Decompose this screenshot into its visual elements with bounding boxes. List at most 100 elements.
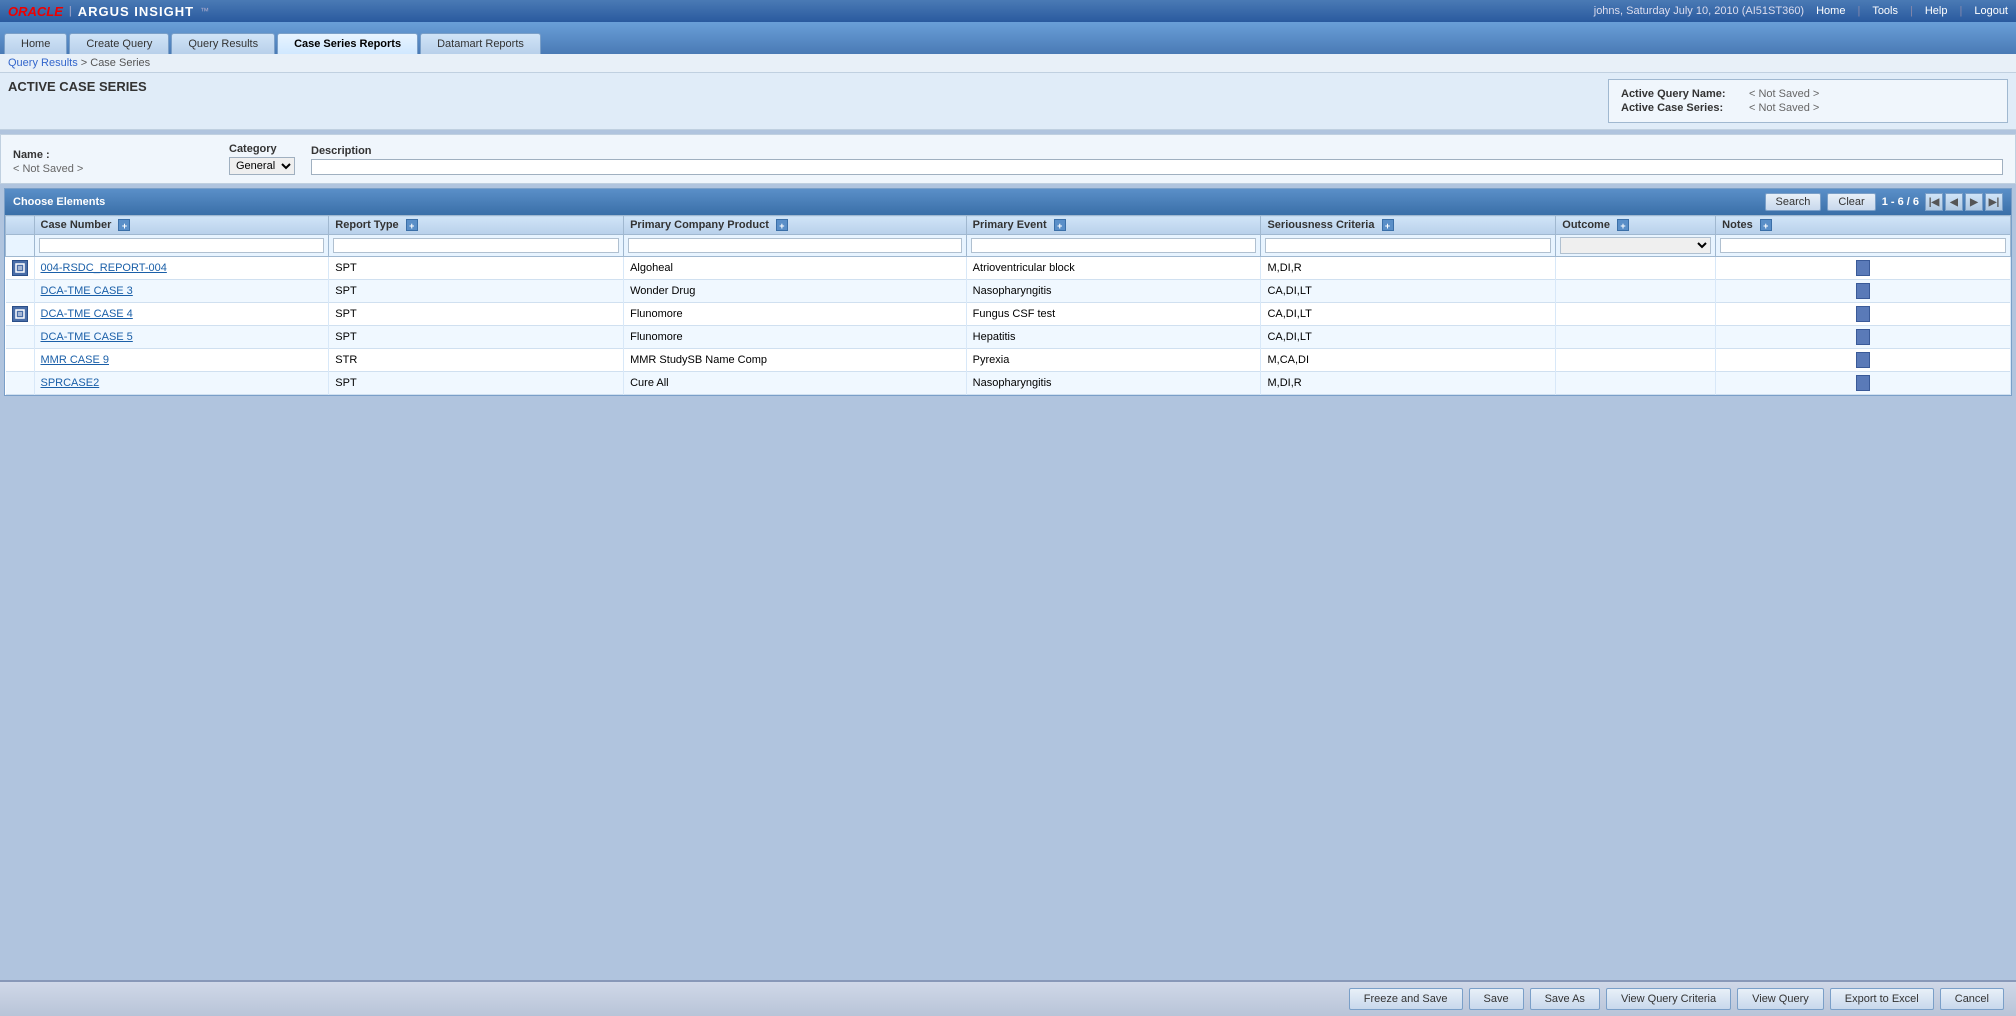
- freeze-and-save-button[interactable]: Freeze and Save: [1349, 988, 1463, 1010]
- table-row: DCA-TME CASE 3SPTWonder DrugNasopharyngi…: [6, 280, 2011, 303]
- col-header-outcome: Outcome +: [1556, 216, 1716, 235]
- cell-case-number: DCA-TME CASE 5: [34, 326, 329, 349]
- filter-case-number-input[interactable]: [39, 238, 325, 253]
- breadcrumb-query-results[interactable]: Query Results: [8, 57, 78, 69]
- filter-seriousness-criteria-input[interactable]: [1265, 238, 1551, 253]
- active-query-name-value: < Not Saved >: [1749, 88, 1819, 100]
- outcome-add-icon[interactable]: +: [1617, 219, 1629, 231]
- search-button[interactable]: Search: [1765, 193, 1822, 211]
- report-type-add-icon[interactable]: +: [406, 219, 418, 231]
- search-controls: Search Clear 1 - 6 / 6 |◀ ◀ ▶ ▶|: [1765, 193, 2003, 211]
- row-icon-cell: [6, 257, 35, 280]
- nav-tools-link[interactable]: Tools: [1872, 5, 1898, 17]
- results-tbody: 004-RSDC_REPORT-004SPTAlgohealAtrioventr…: [6, 257, 2011, 395]
- cell-notes: [1716, 326, 2011, 349]
- col-header-primary-company-product: Primary Company Product +: [624, 216, 967, 235]
- filter-primary-company-product: [624, 235, 967, 257]
- category-select[interactable]: General Private Public: [229, 157, 295, 175]
- cell-primary-company-product: MMR StudySB Name Comp: [624, 349, 967, 372]
- cell-primary-event: Nasopharyngitis: [966, 280, 1261, 303]
- notes-icon[interactable]: [1856, 375, 1870, 391]
- table-filter-row: [6, 235, 2011, 257]
- col-header-notes: Notes +: [1716, 216, 2011, 235]
- tab-query-results[interactable]: Query Results: [171, 33, 275, 54]
- first-page-button[interactable]: |◀: [1925, 193, 1943, 211]
- results-table: Case Number + Report Type + Primary Comp…: [5, 215, 2011, 395]
- cell-notes: [1716, 257, 2011, 280]
- nav-home-link[interactable]: Home: [1816, 5, 1845, 17]
- cell-report-type: SPT: [329, 280, 624, 303]
- col-header-primary-event: Primary Event +: [966, 216, 1261, 235]
- view-query-criteria-button[interactable]: View Query Criteria: [1606, 988, 1731, 1010]
- cell-primary-event: Hepatitis: [966, 326, 1261, 349]
- filter-primary-event: [966, 235, 1261, 257]
- pagination-buttons: |◀ ◀ ▶ ▶|: [1925, 193, 2003, 211]
- notes-icon[interactable]: [1856, 260, 1870, 276]
- notes-add-icon[interactable]: +: [1760, 219, 1772, 231]
- cell-primary-company-product: Flunomore: [624, 303, 967, 326]
- table-row: 004-RSDC_REPORT-004SPTAlgohealAtrioventr…: [6, 257, 2011, 280]
- description-field: Description: [311, 145, 2003, 175]
- nav-divider2: |: [1910, 5, 1913, 17]
- tab-case-series-reports[interactable]: Case Series Reports: [277, 33, 418, 54]
- cell-report-type: STR: [329, 349, 624, 372]
- filter-report-type-input[interactable]: [333, 238, 619, 253]
- cancel-button[interactable]: Cancel: [1940, 988, 2004, 1010]
- notes-icon[interactable]: [1856, 352, 1870, 368]
- case-number-link[interactable]: 004-RSDC_REPORT-004: [41, 262, 167, 274]
- clear-button[interactable]: Clear: [1827, 193, 1875, 211]
- case-number-link[interactable]: MMR CASE 9: [41, 354, 109, 366]
- cell-case-number: MMR CASE 9: [34, 349, 329, 372]
- breadcrumb-case-series: Case Series: [90, 57, 150, 69]
- table-row: SPRCASE2SPTCure AllNasopharyngitisM,DI,R: [6, 372, 2011, 395]
- filter-outcome-select[interactable]: [1560, 237, 1711, 254]
- case-number-link[interactable]: DCA-TME CASE 5: [41, 331, 133, 343]
- cell-case-number: DCA-TME CASE 3: [34, 280, 329, 303]
- cell-primary-event: Atrioventricular block: [966, 257, 1261, 280]
- notes-icon[interactable]: [1856, 283, 1870, 299]
- row-action-icon[interactable]: [12, 260, 28, 276]
- primary-event-add-icon[interactable]: +: [1054, 219, 1066, 231]
- col-header-seriousness-criteria: Seriousness Criteria +: [1261, 216, 1556, 235]
- export-to-excel-button[interactable]: Export to Excel: [1830, 988, 1934, 1010]
- nav-logout-link[interactable]: Logout: [1974, 5, 2008, 17]
- filter-primary-event-input[interactable]: [971, 238, 1257, 253]
- case-number-add-icon[interactable]: +: [118, 219, 130, 231]
- top-bar-right: johns, Saturday July 10, 2010 (AI51ST360…: [1594, 5, 2008, 17]
- filter-primary-company-product-input[interactable]: [628, 238, 962, 253]
- case-number-link[interactable]: DCA-TME CASE 3: [41, 285, 133, 297]
- row-icon-cell: [6, 303, 35, 326]
- view-query-button[interactable]: View Query: [1737, 988, 1824, 1010]
- tab-create-query[interactable]: Create Query: [69, 33, 169, 54]
- filter-notes-input[interactable]: [1720, 238, 2006, 253]
- primary-company-product-add-icon[interactable]: +: [776, 219, 788, 231]
- tab-datamart-reports[interactable]: Datamart Reports: [420, 33, 541, 54]
- last-page-button[interactable]: ▶|: [1985, 193, 2003, 211]
- case-number-link[interactable]: DCA-TME CASE 4: [41, 308, 133, 320]
- notes-icon[interactable]: [1856, 306, 1870, 322]
- cell-primary-event: Pyrexia: [966, 349, 1261, 372]
- prev-page-button[interactable]: ◀: [1945, 193, 1963, 211]
- save-as-button[interactable]: Save As: [1530, 988, 1600, 1010]
- seriousness-criteria-add-icon[interactable]: +: [1382, 219, 1394, 231]
- description-input[interactable]: [311, 159, 2003, 175]
- notes-icon[interactable]: [1856, 329, 1870, 345]
- nav-divider1: |: [1857, 5, 1860, 17]
- logo-area: ORACLE | ARGUS INSIGHT ™: [8, 4, 209, 19]
- save-button[interactable]: Save: [1469, 988, 1524, 1010]
- bottom-bar: Freeze and Save Save Save As View Query …: [0, 980, 2016, 1016]
- active-case-series-label: Active Case Series:: [1621, 102, 1741, 114]
- case-number-link[interactable]: SPRCASE2: [41, 377, 100, 389]
- tab-home[interactable]: Home: [4, 33, 67, 54]
- category-label: Category: [229, 143, 295, 155]
- next-page-button[interactable]: ▶: [1965, 193, 1983, 211]
- row-action-icon[interactable]: [12, 306, 28, 322]
- table-row: MMR CASE 9 STRMMR StudySB Name CompPyrexi…: [6, 349, 2011, 372]
- nav-help-link[interactable]: Help: [1925, 5, 1948, 17]
- active-query-name-label: Active Query Name:: [1621, 88, 1741, 100]
- table-scroll-container: Case Number + Report Type + Primary Comp…: [5, 215, 2011, 395]
- cell-outcome: [1556, 257, 1716, 280]
- row-icon-cell: [6, 280, 35, 303]
- cell-outcome: [1556, 326, 1716, 349]
- cell-notes: [1716, 349, 2011, 372]
